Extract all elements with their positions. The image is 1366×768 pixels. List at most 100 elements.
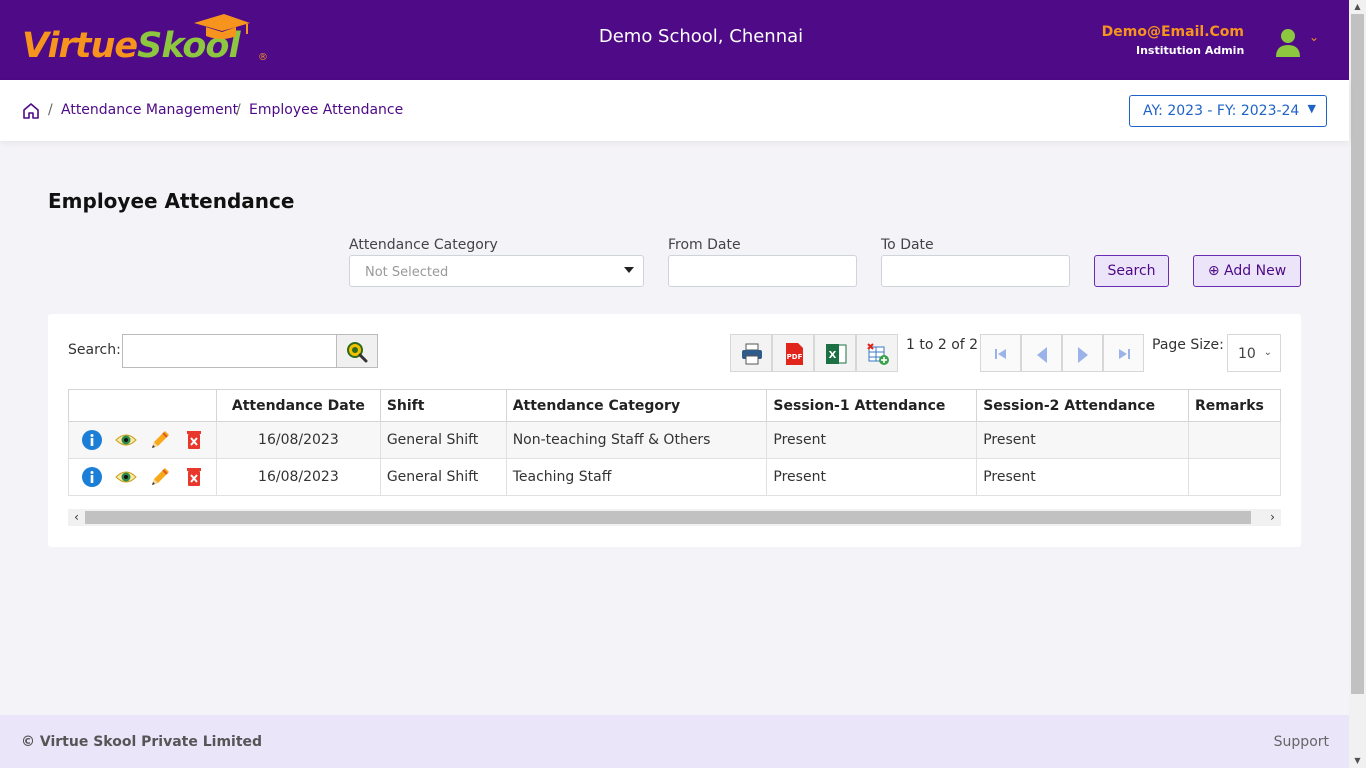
page-title: Employee Attendance <box>48 189 295 213</box>
print-icon <box>742 343 762 365</box>
row-actions <box>68 421 217 459</box>
academic-year-select[interactable]: AY: 2023 - FY: 2023-24 ▼ <box>1129 95 1327 127</box>
top-header: VirtueSkool ® Demo School, Chennai Demo@… <box>0 0 1349 80</box>
user-menu-chevron-icon[interactable]: ⌄ <box>1309 30 1319 44</box>
view-eye-icon[interactable] <box>115 466 137 488</box>
graduation-cap-icon <box>194 14 250 39</box>
attendance-category-select[interactable]: Not Selected <box>349 255 644 287</box>
scroll-left-arrow-icon[interactable]: ‹ <box>68 509 85 526</box>
home-icon[interactable] <box>22 102 40 120</box>
delete-icon[interactable] <box>183 466 205 488</box>
previous-page-button[interactable] <box>1021 334 1062 372</box>
add-new-button[interactable]: ⊕ Add New <box>1193 255 1301 287</box>
info-icon[interactable] <box>81 429 103 451</box>
breadcrumb-employee-attendance[interactable]: Employee Attendance <box>249 102 403 118</box>
cell-session-2: Present <box>976 421 1189 459</box>
search-button[interactable]: Search <box>1094 255 1169 287</box>
last-page-icon <box>1119 349 1130 359</box>
grid-horizontal-scrollbar[interactable]: ‹ › <box>68 509 1281 526</box>
cell-shift: General Shift <box>379 421 507 459</box>
cell-session-1: Present <box>766 458 978 496</box>
attendance-category-value: Not Selected <box>365 265 449 280</box>
scroll-up-arrow-icon[interactable]: ▲ <box>1349 0 1366 14</box>
svg-text:X: X <box>829 350 837 361</box>
cell-attendance-category: Teaching Staff <box>505 458 768 496</box>
chevron-down-icon: ▼ <box>1307 102 1316 115</box>
previous-page-icon <box>1037 347 1047 363</box>
grid-search-label: Search: <box>68 342 121 358</box>
scroll-down-arrow-icon[interactable]: ▼ <box>1349 754 1366 768</box>
pdf-icon: PDF <box>786 343 803 365</box>
breadcrumb-separator: / <box>48 102 53 118</box>
from-date-label: From Date <box>668 237 741 253</box>
academic-year-label: AY: 2023 - FY: 2023-24 <box>1143 103 1300 119</box>
to-date-field[interactable] <box>881 255 1070 287</box>
attendance-table: Attendance Date Shift Attendance Categor… <box>68 389 1282 496</box>
delete-icon[interactable] <box>183 429 205 451</box>
column-header-session-2[interactable]: Session-2 Attendance <box>976 389 1189 422</box>
column-header-shift[interactable]: Shift <box>379 389 507 422</box>
add-new-label: Add New <box>1224 263 1287 279</box>
table-row[interactable]: 16/08/2023 General Shift Non-teaching St… <box>68 421 1282 459</box>
page-size-select[interactable]: 10 ⌄ <box>1227 334 1281 372</box>
school-name: Demo School, Chennai <box>598 26 804 47</box>
column-header-attendance-date[interactable]: Attendance Date <box>215 389 381 422</box>
scroll-thumb[interactable] <box>1351 14 1364 694</box>
user-email[interactable]: Demo@Email.Com <box>1102 24 1244 40</box>
cell-attendance-date: 16/08/2023 <box>215 421 381 459</box>
scroll-right-arrow-icon[interactable]: › <box>1264 509 1281 526</box>
support-link[interactable]: Support <box>1274 734 1329 750</box>
grid-search-button[interactable] <box>336 334 378 368</box>
page-vertical-scrollbar[interactable]: ▲ ▼ <box>1349 0 1366 768</box>
column-chooser-button[interactable] <box>856 334 898 372</box>
first-page-button[interactable] <box>980 334 1021 372</box>
print-button[interactable] <box>730 334 772 372</box>
virtueskool-logo[interactable]: VirtueSkool ® <box>22 14 272 68</box>
cell-remarks <box>1187 458 1282 496</box>
table-header-row: Attendance Date Shift Attendance Categor… <box>68 389 1282 422</box>
user-avatar-icon[interactable] <box>1274 27 1302 59</box>
column-header-actions <box>68 389 217 422</box>
from-date-field[interactable] <box>668 255 857 287</box>
row-actions <box>68 458 217 496</box>
page-footer: © Virtue Skool Private Limited Support <box>0 715 1349 768</box>
dropdown-caret-icon <box>624 267 634 273</box>
table-row[interactable]: 16/08/2023 General Shift Teaching Staff … <box>68 458 1282 496</box>
export-excel-button[interactable]: X <box>814 334 856 372</box>
last-page-button[interactable] <box>1103 334 1144 372</box>
cell-shift: General Shift <box>379 458 507 496</box>
column-header-session-1[interactable]: Session-1 Attendance <box>766 389 978 422</box>
cell-attendance-category: Non-teaching Staff & Others <box>505 421 768 459</box>
next-page-button[interactable] <box>1062 334 1103 372</box>
cell-attendance-date: 16/08/2023 <box>215 458 381 496</box>
cell-session-2: Present <box>976 458 1189 496</box>
first-page-icon <box>995 349 1006 359</box>
grid-search-input[interactable] <box>122 334 337 368</box>
add-circle-icon: ⊕ <box>1207 263 1220 279</box>
info-icon[interactable] <box>81 466 103 488</box>
pager-info: 1 to 2 of 2 <box>906 337 979 353</box>
logo-registered-mark: ® <box>258 52 268 63</box>
page-size-value: 10 <box>1238 346 1256 362</box>
edit-pencil-icon[interactable] <box>149 466 171 488</box>
breadcrumb-separator: / <box>236 102 241 118</box>
breadcrumb-attendance-management[interactable]: Attendance Management <box>61 102 238 118</box>
chevron-down-icon: ⌄ <box>1263 347 1272 358</box>
copyright-text: © Virtue Skool Private Limited <box>21 734 263 750</box>
edit-pencil-icon[interactable] <box>149 429 171 451</box>
column-header-remarks[interactable]: Remarks <box>1187 389 1282 422</box>
cell-session-1: Present <box>766 421 978 459</box>
next-page-icon <box>1078 347 1088 363</box>
view-eye-icon[interactable] <box>115 429 137 451</box>
user-role: Institution Admin <box>1136 44 1245 57</box>
to-date-label: To Date <box>881 237 934 253</box>
search-icon <box>347 342 368 363</box>
export-pdf-button[interactable]: PDF <box>772 334 814 372</box>
horizontal-scroll-thumb[interactable] <box>85 511 1251 524</box>
logo-text-virtue: Virtue <box>22 26 138 66</box>
page-size-label: Page Size: <box>1152 337 1224 353</box>
attendance-category-label: Attendance Category <box>349 237 498 253</box>
column-header-attendance-category[interactable]: Attendance Category <box>505 389 768 422</box>
excel-icon: X <box>826 344 847 364</box>
cell-remarks <box>1187 421 1282 459</box>
